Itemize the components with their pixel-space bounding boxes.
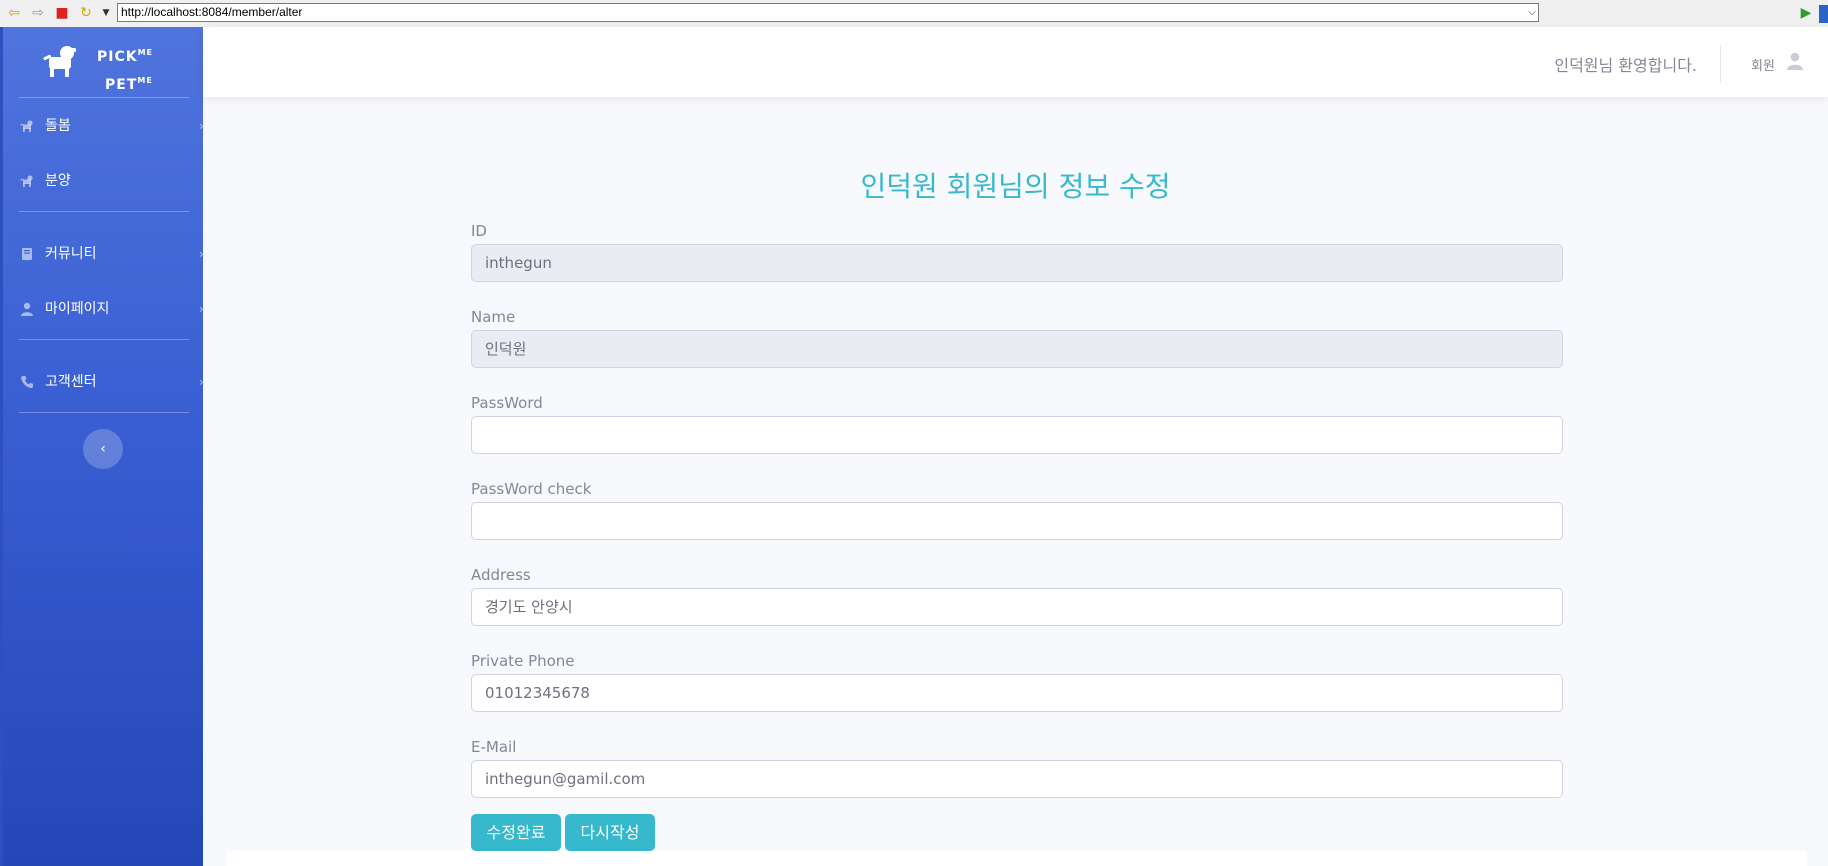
phone-icon xyxy=(21,376,33,389)
sidebar-item-label: 커뮤니티 xyxy=(45,246,97,262)
sidebar-item-label: 고객센터 xyxy=(45,374,97,390)
chevron-right-icon: › xyxy=(199,119,204,133)
dropdown-icon[interactable]: ▼ xyxy=(97,4,115,22)
refresh-icon[interactable]: ↻ xyxy=(77,4,95,22)
phone-value: 01012345678 xyxy=(485,684,590,702)
dog-icon xyxy=(20,175,33,187)
sidebar-divider xyxy=(19,339,189,340)
password-field[interactable] xyxy=(471,416,1563,454)
welcome-message: 인덕원님 환영합니다. xyxy=(1554,56,1697,75)
sidebar-item-care[interactable]: 돌봄 › xyxy=(3,110,204,142)
toolbar-edge xyxy=(1819,5,1828,23)
id-label: ID xyxy=(471,222,487,240)
chevron-right-icon: › xyxy=(199,302,204,316)
page-title: 인덕원 회원님의 정보 수정 xyxy=(860,170,1171,203)
submit-button[interactable]: 수정완료 xyxy=(471,814,561,851)
sidebar-item-label: 마이페이지 xyxy=(45,301,110,317)
chevron-left-icon: ‹ xyxy=(100,441,106,457)
phone-field[interactable]: 01012345678 xyxy=(471,674,1563,712)
id-value: inthegun xyxy=(485,254,552,272)
sidebar-item-community[interactable]: 커뮤니티 › xyxy=(3,238,204,270)
password-check-label: PassWord check xyxy=(471,480,592,498)
sidebar-item-label: 돌봄 xyxy=(45,118,71,134)
sidebar-toggle-button[interactable]: ‹ xyxy=(83,429,123,469)
user-role[interactable]: 회원 xyxy=(1751,55,1775,74)
address-field[interactable]: 경기도 안양시 xyxy=(471,588,1563,626)
email-value: inthegun@gamil.com xyxy=(485,770,646,788)
address-value: 경기도 안양시 xyxy=(485,598,573,616)
email-label: E-Mail xyxy=(471,738,517,756)
stop-icon[interactable]: ■ xyxy=(53,4,71,22)
sidebar-divider xyxy=(19,211,189,212)
browser-toolbar: ⇦ ⇨ ■ ↻ ▼ http://localhost:8084/member/a… xyxy=(0,0,1828,28)
sidebar: PICKME PETME 돌봄 › 분양 커뮤니티 › 마이페이지 › 고객센터… xyxy=(0,27,204,866)
sidebar-item-label: 분양 xyxy=(45,173,71,189)
forward-icon[interactable]: ⇨ xyxy=(29,4,47,22)
sidebar-item-support[interactable]: 고객센터 › xyxy=(3,366,204,398)
topbar: 인덕원님 환영합니다. 회원 xyxy=(203,27,1828,97)
sidebar-divider xyxy=(19,97,189,98)
dog-icon xyxy=(20,120,33,132)
dog-logo-icon xyxy=(43,46,76,77)
password-label: PassWord xyxy=(471,394,543,412)
brand[interactable]: PICKME PETME xyxy=(3,27,203,97)
reset-button[interactable]: 다시작성 xyxy=(565,814,655,851)
phone-label: Private Phone xyxy=(471,652,575,670)
sidebar-divider xyxy=(19,412,189,413)
user-icon[interactable] xyxy=(1786,52,1804,70)
name-label: Name xyxy=(471,308,516,326)
address-bar[interactable]: http://localhost:8084/member/alter ⌵ xyxy=(117,3,1539,22)
book-icon xyxy=(22,248,32,260)
brand-name: PICKME PETME xyxy=(97,48,154,93)
go-icon[interactable]: ▶ xyxy=(1797,4,1815,22)
address-label: Address xyxy=(471,566,531,584)
email-field[interactable]: inthegun@gamil.com xyxy=(471,760,1563,798)
name-field[interactable]: 인덕원 xyxy=(471,330,1563,368)
sidebar-item-adoption[interactable]: 분양 xyxy=(3,165,203,197)
name-value: 인덕원 xyxy=(485,340,527,358)
id-field[interactable]: inthegun xyxy=(471,244,1563,282)
chevron-right-icon: › xyxy=(199,247,204,261)
chevron-right-icon: › xyxy=(199,375,204,389)
footer xyxy=(227,851,1807,866)
topbar-divider xyxy=(1720,45,1721,83)
url-dropdown-icon[interactable]: ⌵ xyxy=(1528,4,1536,21)
back-icon[interactable]: ⇦ xyxy=(5,4,23,22)
password-check-field[interactable] xyxy=(471,502,1563,540)
url-text: http://localhost:8084/member/alter xyxy=(121,5,303,19)
sidebar-item-mypage[interactable]: 마이페이지 › xyxy=(3,293,204,325)
user-icon xyxy=(21,302,33,316)
